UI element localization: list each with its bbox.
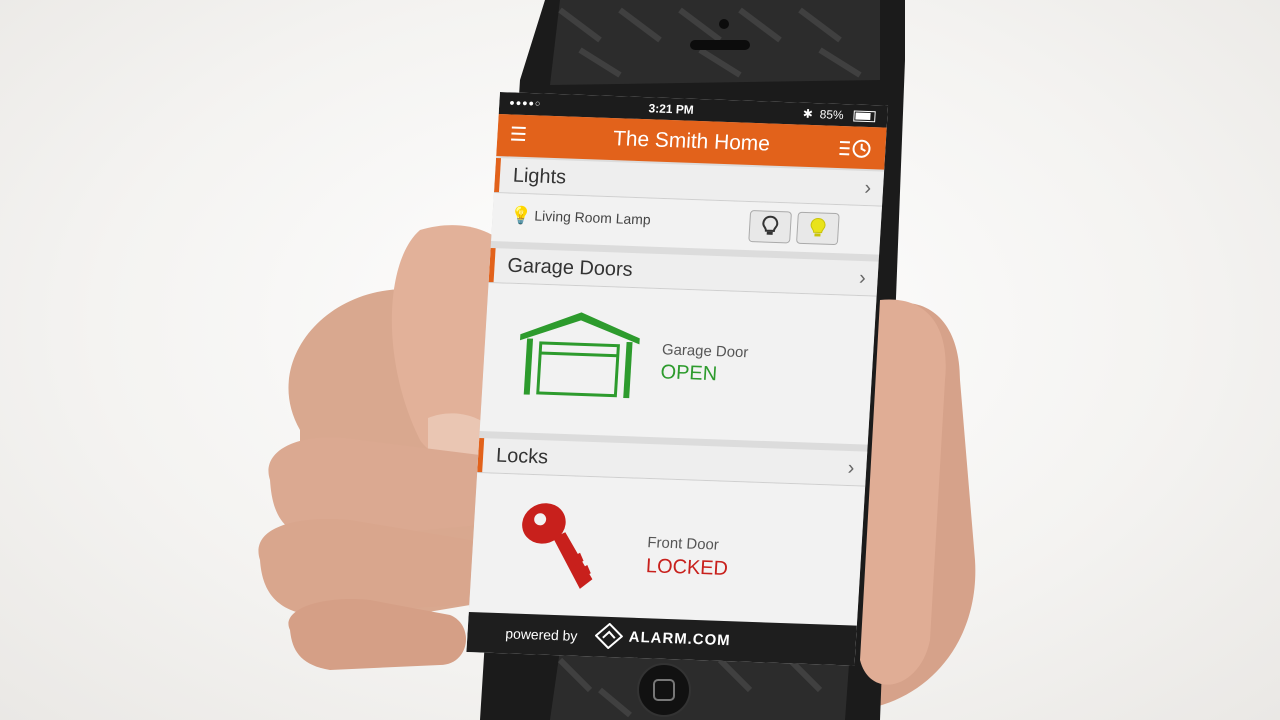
battery-percent: 85% [819, 107, 845, 123]
locks-title: Locks [495, 444, 549, 469]
lock-device-label: Front Door [646, 534, 720, 554]
garage-device-panel[interactable]: Garage Door OPEN [479, 283, 877, 445]
chevron-right-icon[interactable]: › [864, 177, 872, 200]
alarm-com-logo-icon [594, 622, 624, 650]
status-time: 3:21 PM [648, 101, 695, 117]
history-clock-icon[interactable] [839, 138, 872, 159]
signal-strength: ●●●●○ [509, 97, 542, 109]
alarm-com-brand: ALARM.COM [628, 628, 732, 650]
accent-bar [477, 438, 485, 473]
bulb-on-icon [810, 217, 826, 237]
chevron-right-icon[interactable]: › [847, 457, 855, 480]
chevron-right-icon[interactable]: › [858, 267, 866, 290]
bluetooth-icon: ✱ [802, 106, 814, 122]
bulb-off-icon [762, 215, 779, 235]
accent-bar [494, 158, 502, 193]
garage-status: OPEN [660, 361, 718, 386]
light-on-button[interactable] [796, 211, 840, 246]
battery-icon [853, 110, 876, 123]
garage-door-icon [520, 312, 640, 399]
light-device-label: Living Room Lamp [533, 207, 652, 228]
lock-status: LOCKED [645, 555, 729, 581]
app-title: The Smith Home [612, 127, 771, 156]
accent-bar [488, 248, 496, 283]
powered-by-text: powered by [504, 625, 578, 644]
lightbulb-icon: 💡 [509, 205, 533, 226]
light-off-button[interactable] [748, 210, 792, 244]
key-icon [522, 503, 593, 589]
garage-device-label: Garage Door [661, 341, 749, 362]
locks-device-panel[interactable]: Front Door LOCKED [468, 473, 866, 626]
lights-title: Lights [512, 164, 567, 189]
phone-screen: ●●●●○ 3:21 PM ✱ 85% The Smith Home Light… [466, 92, 889, 666]
garage-title: Garage Doors [506, 254, 634, 282]
scene: ●●●●○ 3:21 PM ✱ 85% The Smith Home Light… [0, 0, 1280, 720]
